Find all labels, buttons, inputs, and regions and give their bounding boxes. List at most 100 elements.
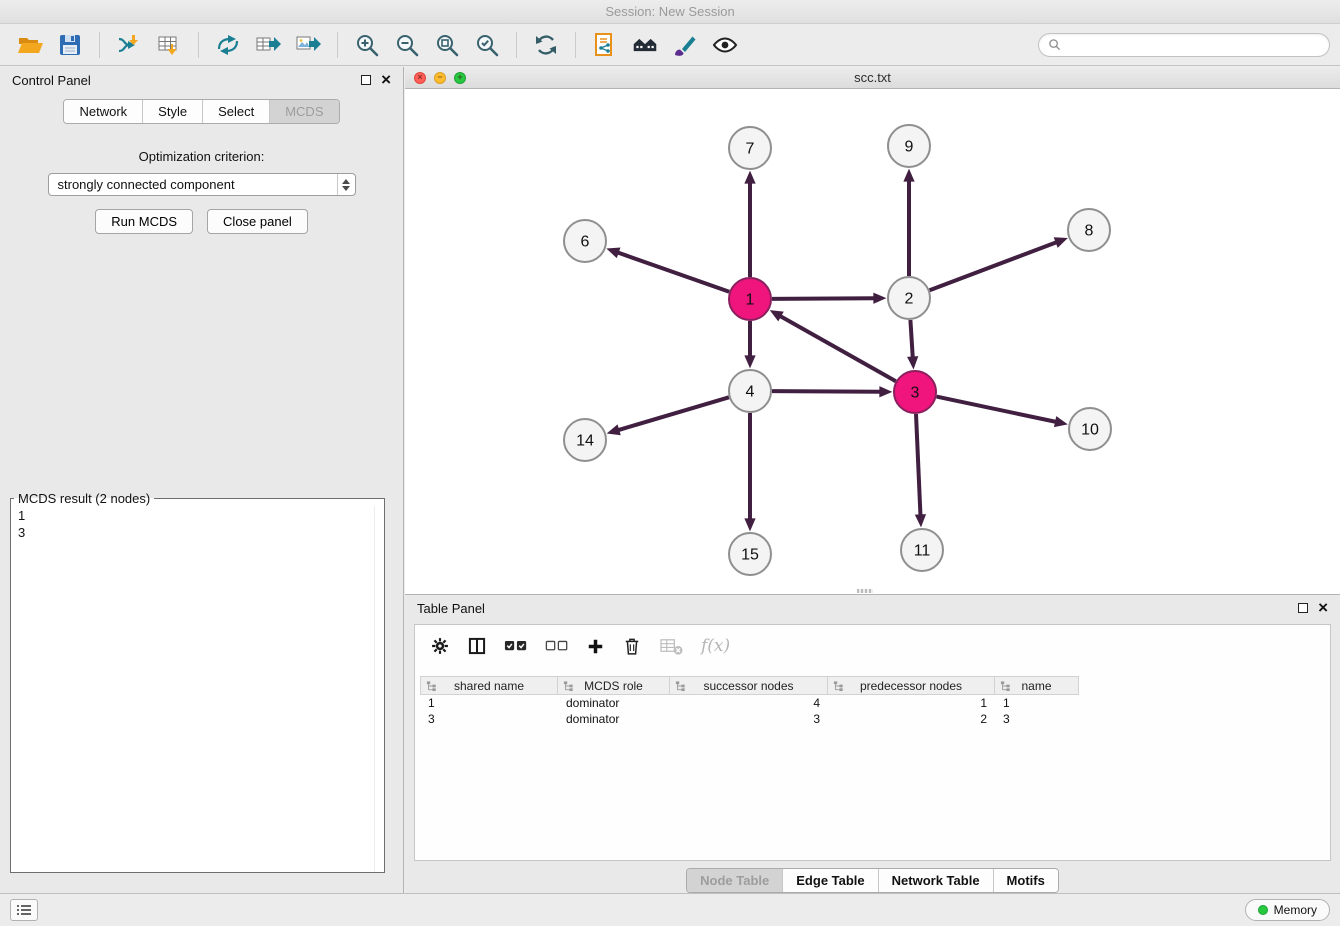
import-network-file-button[interactable]	[109, 27, 149, 63]
zoom-selected-icon	[474, 32, 500, 58]
graph-edge-1-6[interactable]	[617, 252, 729, 291]
column-header-mcds-role[interactable]: MCDS role	[558, 676, 670, 695]
graph-node-15[interactable]: 15	[729, 533, 771, 575]
export-network-button[interactable]	[208, 27, 248, 63]
delete-table-button[interactable]	[659, 636, 684, 657]
graph-edge-4-3[interactable]	[772, 391, 881, 392]
apply-preferred-layout-button[interactable]	[526, 27, 566, 63]
table-cell-successor-nodes[interactable]: 4	[670, 695, 828, 711]
right-pane: × − + scc.txt 79681243141015	[405, 67, 1340, 893]
zoom-fit-button[interactable]	[427, 27, 467, 63]
graph-edge-1-2[interactable]	[772, 298, 875, 299]
table-row[interactable]: 3dominator323	[420, 711, 1330, 727]
result-scrollbar[interactable]	[374, 506, 384, 872]
apply-style-button[interactable]	[665, 27, 705, 63]
table-row[interactable]: 1dominator411	[420, 695, 1330, 711]
select-all-columns-button[interactable]	[504, 637, 528, 656]
run-mcds-button[interactable]: Run MCDS	[95, 209, 193, 234]
column-header-name[interactable]: name	[995, 676, 1079, 695]
delete-column-button[interactable]	[622, 636, 642, 656]
export-table-button[interactable]	[248, 27, 288, 63]
show-columns-button[interactable]	[467, 636, 487, 656]
open-network-database-button[interactable]	[585, 27, 625, 63]
table-tabs: Node TableEdge TableNetwork TableMotifs	[686, 868, 1059, 893]
function-builder-button[interactable]: f(x)	[701, 636, 730, 656]
table-settings-button[interactable]	[430, 636, 450, 656]
main-area: Control Panel × NetworkStyleSelectMCDS O…	[0, 67, 1340, 893]
close-panel-icon[interactable]: ×	[381, 75, 391, 85]
graph-edge-3-1[interactable]	[780, 316, 896, 382]
table-cell-shared-name[interactable]: 1	[420, 695, 558, 711]
graph-node-14[interactable]: 14	[564, 419, 606, 461]
minimize-window-button[interactable]: −	[434, 72, 446, 84]
table-cell-successor-nodes[interactable]: 3	[670, 711, 828, 727]
tab-style[interactable]: Style	[142, 100, 202, 123]
export-image-button[interactable]	[288, 27, 328, 63]
table-cell-name[interactable]: 1	[995, 695, 1079, 711]
close-window-button[interactable]: ×	[414, 72, 426, 84]
table-cell-mcds-role[interactable]: dominator	[558, 695, 670, 711]
add-column-button[interactable]	[586, 637, 605, 656]
maximize-window-button[interactable]: +	[454, 72, 466, 84]
table-cell-name[interactable]: 3	[995, 711, 1079, 727]
columns-icon	[467, 636, 487, 656]
toolbar-separator	[575, 32, 576, 58]
float-table-panel-icon[interactable]	[1298, 603, 1308, 613]
memory-button[interactable]: Memory	[1245, 899, 1330, 921]
table-cell-predecessor-nodes[interactable]: 2	[828, 711, 995, 727]
zoom-selected-button[interactable]	[467, 27, 507, 63]
graph-node-8[interactable]: 8	[1068, 209, 1110, 251]
column-header-shared-name[interactable]: shared name	[420, 676, 558, 695]
zoom-fit-icon	[434, 32, 460, 58]
tab-mcds[interactable]: MCDS	[269, 100, 338, 123]
criterion-dropdown[interactable]: strongly connected component	[48, 173, 356, 196]
show-graphics-details-button[interactable]	[705, 27, 745, 63]
table-tab-motifs[interactable]: Motifs	[993, 869, 1058, 892]
graph-node-4[interactable]: 4	[729, 370, 771, 412]
graph-node-10[interactable]: 10	[1069, 408, 1111, 450]
column-header-predecessor-nodes[interactable]: predecessor nodes	[828, 676, 995, 695]
column-header-successor-nodes[interactable]: successor nodes	[670, 676, 828, 695]
graph-edge-4-14[interactable]	[618, 397, 729, 430]
import-table-file-button[interactable]	[149, 27, 189, 63]
network-overview-button[interactable]	[625, 27, 665, 63]
graph-edge-3-10[interactable]	[937, 397, 1057, 422]
graph-node-2[interactable]: 2	[888, 277, 930, 319]
svg-text:14: 14	[576, 433, 594, 450]
float-panel-icon[interactable]	[361, 75, 371, 85]
table-tab-network-table[interactable]: Network Table	[878, 869, 993, 892]
task-history-button[interactable]	[10, 899, 38, 921]
graph-node-11[interactable]: 11	[901, 529, 943, 571]
control-panel: Control Panel × NetworkStyleSelectMCDS O…	[0, 67, 404, 893]
open-session-button[interactable]	[10, 27, 50, 63]
save-session-button[interactable]	[50, 27, 90, 63]
network-canvas[interactable]: 7 9 6 8 1 2 4 3 14 10 15 11	[405, 90, 1340, 594]
graph-edge-3-11[interactable]	[916, 414, 921, 516]
tab-network[interactable]: Network	[64, 100, 142, 123]
zoom-out-button[interactable]	[387, 27, 427, 63]
graph-edge-2-3[interactable]	[910, 320, 912, 358]
graph-node-9[interactable]: 9	[888, 125, 930, 167]
graph-node-3[interactable]: 3	[894, 371, 936, 413]
table-cell-mcds-role[interactable]: dominator	[558, 711, 670, 727]
graph-node-7[interactable]: 7	[729, 127, 771, 169]
splitter-grip[interactable]	[857, 589, 873, 593]
deselect-all-columns-button[interactable]	[545, 637, 569, 656]
tab-select[interactable]: Select	[202, 100, 269, 123]
close-table-panel-icon[interactable]: ×	[1318, 603, 1328, 613]
svg-text:2: 2	[905, 291, 914, 308]
zoom-in-button[interactable]	[347, 27, 387, 63]
table-cell-predecessor-nodes[interactable]: 1	[828, 695, 995, 711]
table-tab-node-table[interactable]: Node Table	[687, 869, 782, 892]
close-panel-button[interactable]: Close panel	[207, 209, 308, 234]
graph-node-6[interactable]: 6	[564, 220, 606, 262]
import-network-icon	[116, 32, 142, 58]
search-box[interactable]	[1038, 33, 1330, 57]
edge-layer	[617, 180, 1057, 520]
table-cell-shared-name[interactable]: 3	[420, 711, 558, 727]
search-input[interactable]	[1066, 38, 1320, 52]
graph-node-1[interactable]: 1	[729, 278, 771, 320]
graph-edge-2-8[interactable]	[930, 242, 1058, 290]
table-tab-edge-table[interactable]: Edge Table	[782, 869, 877, 892]
eye-icon	[712, 32, 738, 58]
